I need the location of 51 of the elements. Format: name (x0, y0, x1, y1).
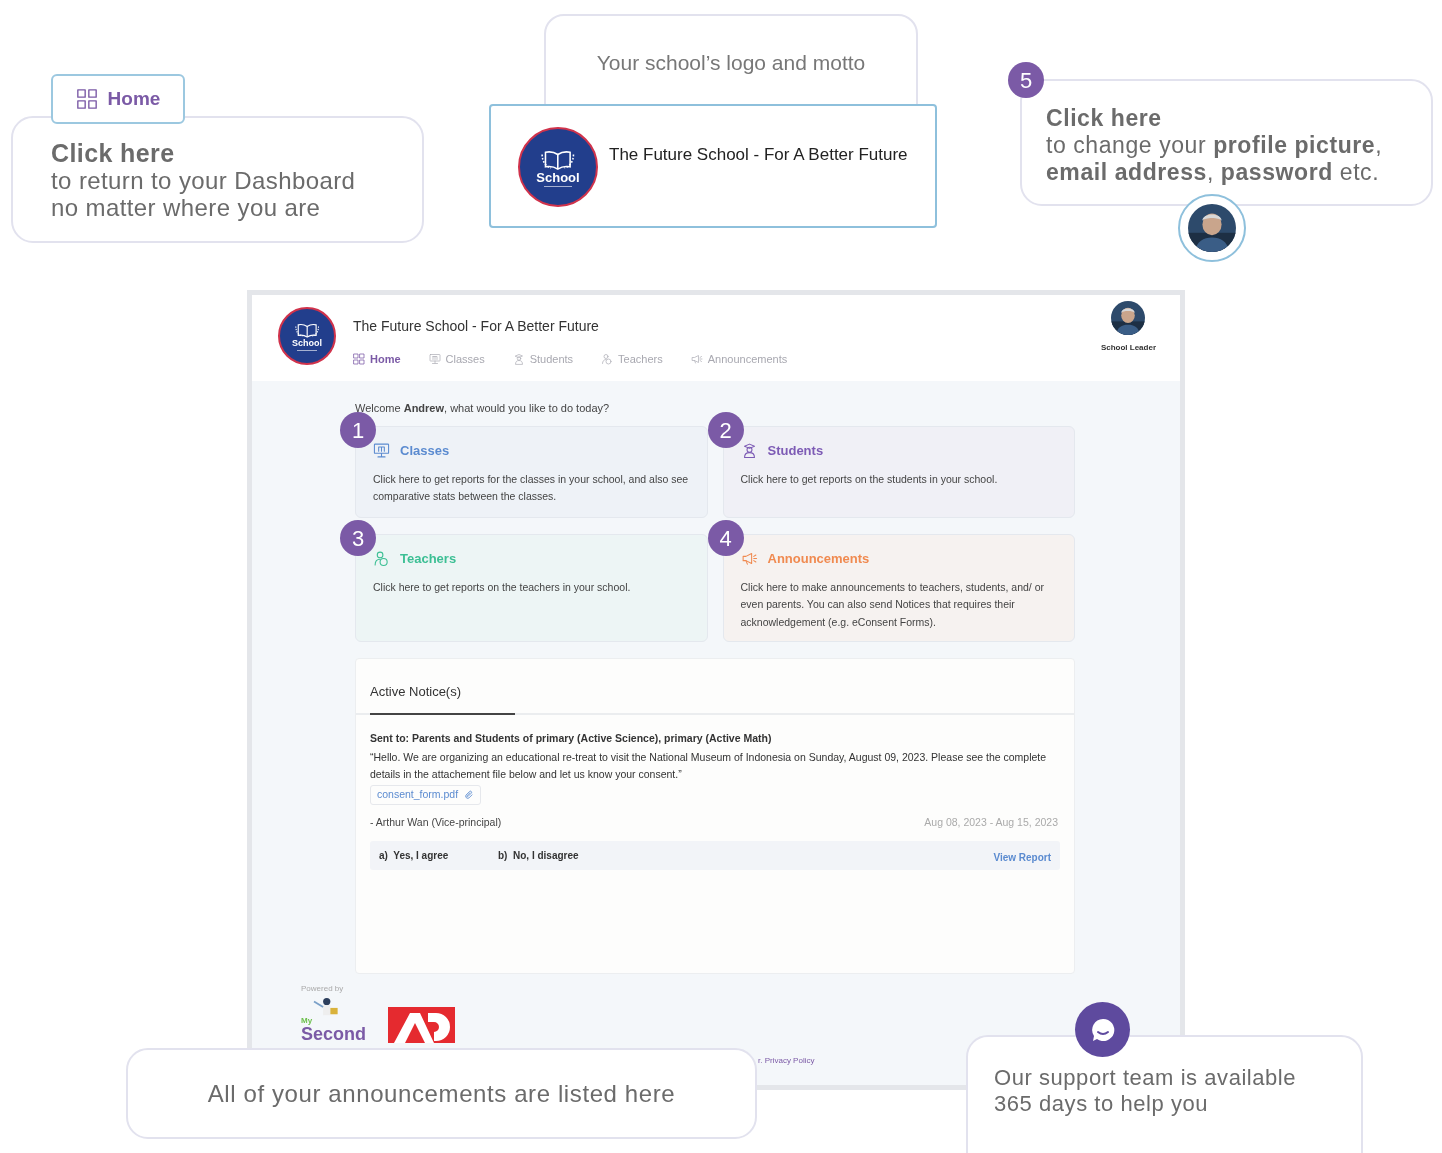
partner-logo (388, 1007, 455, 1043)
callout-text: to return to your Dashboard no matter where you are (51, 167, 357, 221)
step-badge: 4 (707, 520, 744, 556)
step-badge: 1 (340, 412, 376, 448)
notice-recipients: Sent to: Parents and Students of primary (Active Science), primary (Active Math) (370, 730, 773, 746)
school-motto: The Future School - For A Better Future (353, 317, 600, 336)
card-title: Announcements (767, 550, 870, 568)
welcome-text: Welcome Andrew, what would you like to do today? (355, 403, 611, 414)
view-report-link[interactable]: View Report (993, 849, 1051, 865)
logo-text: School (536, 171, 580, 184)
home-button[interactable]: Home (51, 74, 185, 124)
attachment-link[interactable]: consent_form.pdf (370, 785, 482, 805)
teachers-icon (601, 353, 614, 366)
response-option: b) No, I disagree (498, 847, 617, 863)
announcements-icon (690, 353, 703, 366)
card-description: Click here to get reports for the classes in your school, and also see comparative stats between the classes. (373, 471, 690, 504)
privacy-policy-link[interactable]: r. Privacy Policy (758, 1055, 815, 1067)
step-badge: 2 (707, 412, 744, 448)
response-option: a) Yes, I agree (379, 847, 498, 863)
school-motto: The Future School - For A Better Future (609, 144, 908, 166)
callout-heading: Click here (51, 140, 176, 167)
profile-button[interactable]: School Leader (1100, 301, 1156, 381)
callout-text: Click here to change your profile picture, email address, password etc. (1046, 105, 1384, 186)
card-description: Click here to get reports on the students in your school. (740, 471, 999, 487)
step-badge: 5 (1008, 62, 1044, 98)
powered-by-label: Powered by (301, 983, 345, 995)
students-icon (512, 353, 525, 366)
dashboard-icon (353, 353, 365, 366)
callout-text: All of your announcements are listed here (207, 1078, 676, 1109)
card-description: Click here to make announcements to teachers, students, and/ or even parents. You can also send Notices that requires their acknowledgement (e.g. eConsent Forms). (740, 579, 1045, 630)
megaphone-icon (740, 550, 758, 568)
card-title: Classes (400, 442, 450, 460)
callout-text: Our support team is available 365 days to help you (994, 1065, 1298, 1117)
book-icon (294, 321, 320, 339)
card-description: Click here to get reports on the teachers in your school. (373, 579, 632, 595)
nav-tab[interactable]: Home (353, 351, 401, 368)
notice-dates: Aug 08, 2023 - Aug 15, 2023 (924, 815, 1058, 830)
brand-logo: My Second (301, 997, 366, 1043)
monitor-icon (373, 442, 390, 460)
paperclip-icon (464, 790, 475, 801)
classes-icon (428, 353, 441, 366)
card-title: Students (767, 442, 824, 460)
callout-text: Your school’s logo and motto (596, 50, 866, 73)
people-icon (373, 550, 390, 568)
notice-author: - Arthur Wan (Vice-principal) (370, 815, 502, 830)
logo-text: School (292, 338, 322, 348)
notice-message: “Hello. We are organizing an educational re-treat to visit the National Museum of Indonesia on Sunday, August 09, 2023. Please see the complete details in the attachement file below and let us know your consent.” (370, 750, 1048, 783)
notice-tab[interactable]: Active Notice(s) (370, 682, 515, 715)
step-badge: 3 (340, 520, 376, 556)
card-title: Teachers (400, 550, 457, 568)
dashboard-icon (75, 88, 98, 110)
